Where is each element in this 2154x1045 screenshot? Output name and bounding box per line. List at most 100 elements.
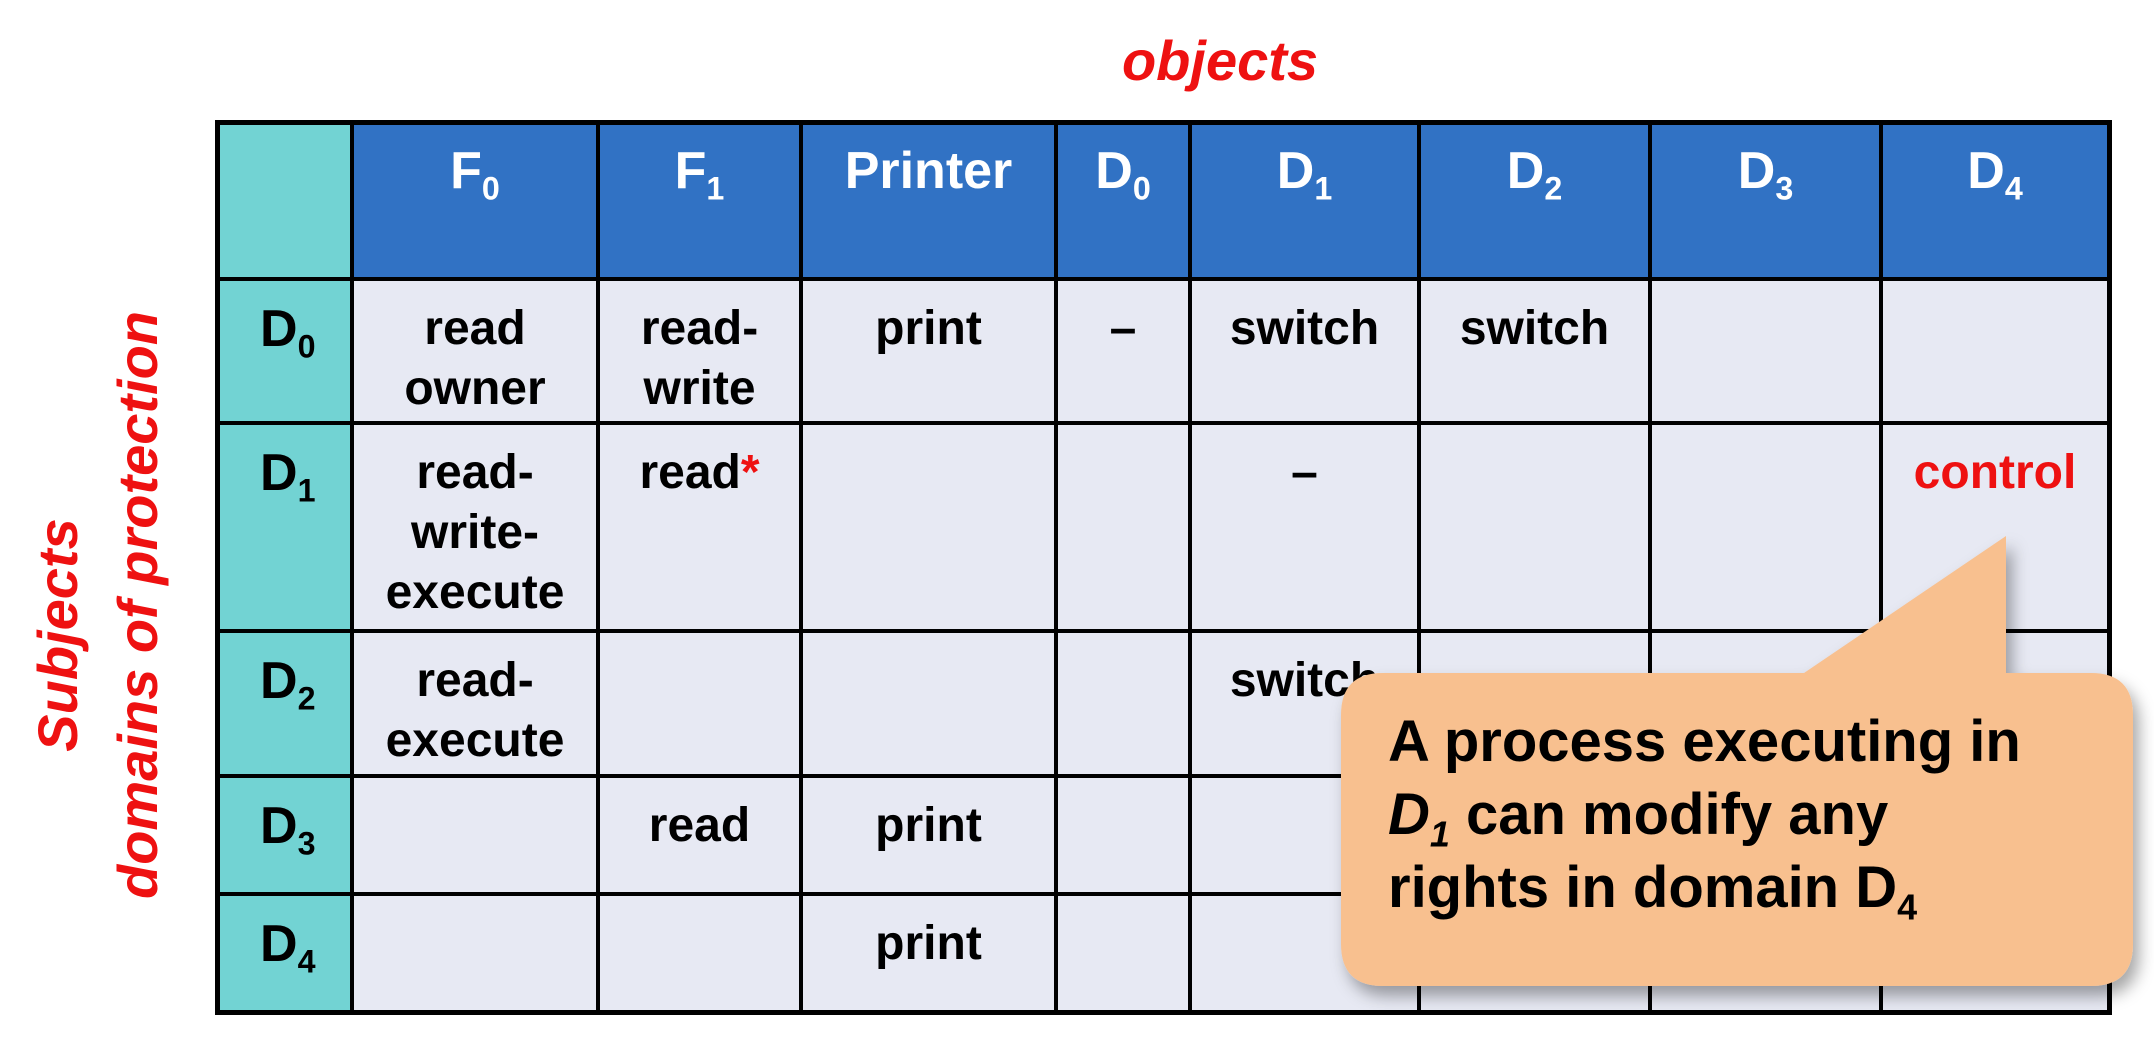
matrix-cell-d4-f1	[600, 896, 799, 1010]
label-subscript: 2	[1544, 170, 1563, 207]
label-subscript: 0	[297, 328, 316, 365]
access-right: print	[875, 302, 982, 355]
domains-of-protection-label: domains of protection	[106, 311, 169, 899]
label-subscript: 3	[297, 825, 316, 862]
access-right: read-	[416, 446, 534, 499]
label-base: F	[674, 142, 707, 200]
access-right: control	[1913, 446, 2077, 499]
matrix-cell-d1-d4: control	[1883, 425, 2107, 629]
corner-cell	[220, 125, 350, 277]
access-right: –	[1109, 302, 1137, 355]
column-header-f1: F1	[600, 125, 799, 277]
column-header-d1: D1	[1192, 125, 1417, 277]
label-base: D	[1276, 142, 1315, 200]
column-header-printer: Printer	[803, 125, 1054, 277]
matrix-cell-d1-d2	[1421, 425, 1648, 629]
access-right: execute	[385, 714, 565, 767]
access-right: read*	[600, 443, 799, 503]
matrix-cell-d1-printer	[803, 425, 1054, 629]
row-header-d4: D4	[220, 896, 350, 1010]
label-base: D	[260, 300, 298, 358]
matrix-cell-d2-d0	[1058, 633, 1188, 774]
matrix-cell-d2-f1	[600, 633, 799, 774]
label-base: D	[1967, 142, 2005, 200]
column-header-d3: D3	[1652, 125, 1879, 277]
matrix-cell-d2-d1: switch	[1192, 633, 1417, 774]
callout-line-1: A process executing in	[1388, 709, 2021, 774]
access-right: read	[424, 302, 526, 355]
matrix-cell-d1-d0	[1058, 425, 1188, 629]
matrix-cell-d1-d3	[1652, 425, 1879, 629]
access-right: switch	[1229, 654, 1380, 707]
matrix-cell-d2-f0: read-execute	[354, 633, 596, 774]
access-right: –	[1291, 446, 1318, 499]
matrix-cell-d0-d1: switch	[1192, 281, 1417, 421]
label-base: D	[1095, 142, 1133, 200]
access-right: switch	[1459, 302, 1610, 355]
label-subscript: 0	[1132, 170, 1151, 207]
matrix-cell-d3-f1: read	[600, 778, 799, 892]
access-right: read	[648, 799, 751, 852]
access-right: read-	[640, 302, 759, 355]
matrix-cell-d3-f0	[354, 778, 596, 892]
row-header-d3: D3	[220, 778, 350, 892]
label-base: Printer	[844, 142, 1013, 200]
row-header-d2: D2	[220, 633, 350, 774]
label-subscript: 3	[1775, 170, 1794, 207]
matrix-cell-d2-printer	[803, 633, 1054, 774]
matrix-cell-d0-d4	[1883, 281, 2107, 421]
column-header-d2: D2	[1421, 125, 1648, 277]
matrix-cell-d3-d0	[1058, 778, 1188, 892]
label-subscript: 4	[297, 943, 316, 980]
row-header-d1: D1	[220, 425, 350, 629]
matrix-cell-d4-d1	[1192, 896, 1417, 1010]
matrix-cell-d3-d1	[1192, 778, 1417, 892]
callout-line-2: D1 can modify any	[1388, 782, 1889, 855]
matrix-cell-d0-d3	[1652, 281, 1879, 421]
subjects-label: Subjects	[26, 518, 89, 752]
access-right: read-	[416, 654, 534, 707]
label-subscript: 4	[2004, 170, 2023, 207]
label-base: D	[260, 444, 298, 502]
objects-title: objects	[1121, 29, 1319, 92]
label-base: D	[260, 797, 298, 855]
matrix-cell-d0-f1: read-write	[600, 281, 799, 421]
matrix-cell-d0-f0: read owner	[354, 281, 596, 421]
label-base: F	[450, 142, 482, 200]
column-header-d4: D4	[1883, 125, 2107, 277]
callout-text: A process executing in D1 can modify any…	[1388, 705, 2108, 928]
asterisk-mark: *	[740, 446, 760, 499]
matrix-cell-d1-f0: read-write-execute	[354, 425, 596, 629]
column-header-f0: F0	[354, 125, 596, 277]
matrix-cell-d0-d2: switch	[1421, 281, 1648, 421]
access-right: print	[875, 917, 982, 970]
label-base: D	[260, 652, 298, 710]
label-subscript: 0	[481, 170, 500, 207]
matrix-cell-d1-d1: –	[1192, 425, 1417, 629]
matrix-cell-d4-f0	[354, 896, 596, 1010]
matrix-cell-d4-d0	[1058, 896, 1188, 1010]
callout-line-3: rights in domain D4	[1388, 855, 1918, 928]
label-base: D	[1737, 142, 1776, 200]
access-right-text: read	[639, 446, 741, 499]
row-header-d0: D0	[220, 281, 350, 421]
access-right: switch	[1229, 302, 1380, 355]
label-subscript: 1	[297, 472, 316, 509]
matrix-cell-d1-f1: read*	[600, 425, 799, 629]
label-subscript: 2	[297, 680, 316, 717]
label-base: D	[1506, 142, 1545, 200]
access-right: execute	[385, 566, 565, 619]
matrix-cell-d0-d0: –	[1058, 281, 1188, 421]
callout-domain-ref: D1	[1388, 782, 1450, 855]
access-right: print	[875, 799, 982, 852]
label-base: D	[260, 915, 298, 973]
column-header-d0: D0	[1058, 125, 1188, 277]
access-right: write	[643, 362, 756, 415]
label-subscript: 1	[1314, 170, 1333, 207]
access-right: owner	[404, 362, 546, 415]
label-subscript: 1	[706, 170, 725, 207]
matrix-cell-d4-printer: print	[803, 896, 1054, 1010]
matrix-cell-d3-printer: print	[803, 778, 1054, 892]
matrix-cell-d0-printer: print	[803, 281, 1054, 421]
access-right: write-	[410, 506, 539, 559]
